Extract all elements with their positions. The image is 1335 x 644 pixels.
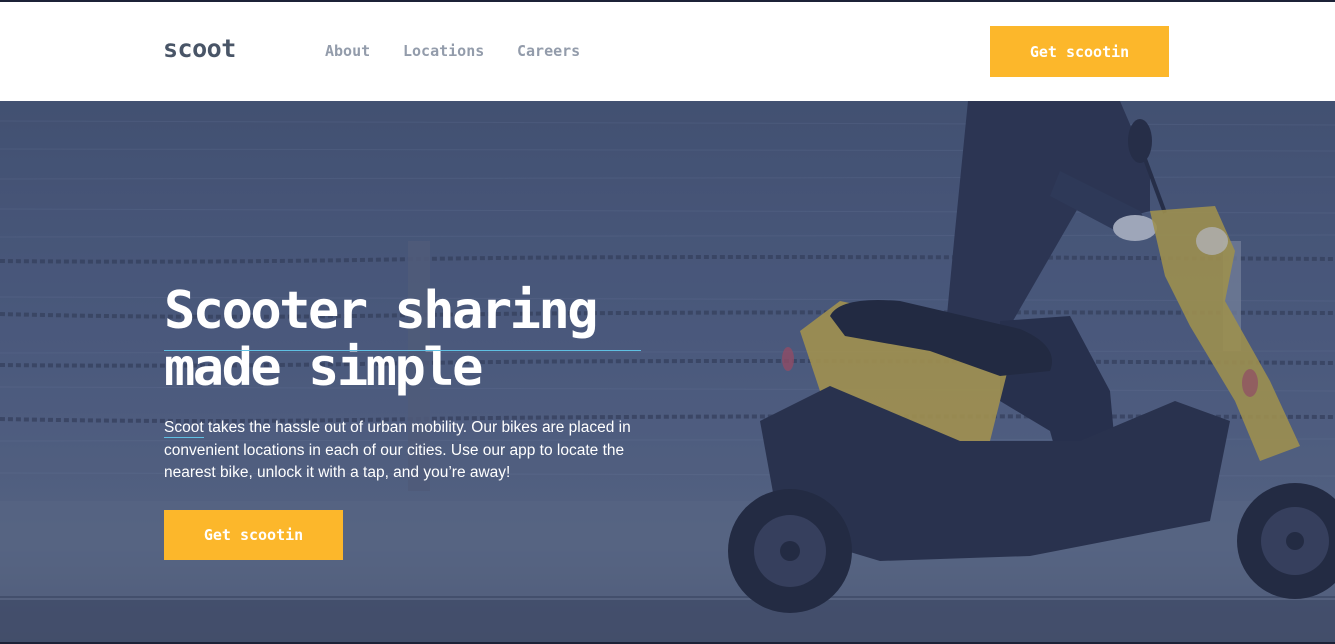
title-underline	[164, 350, 641, 351]
logo[interactable]: scoot	[163, 34, 236, 63]
hero-title-line-2: made simple	[164, 338, 483, 398]
hero-description-text: takes the hassle out of urban mobility. …	[164, 419, 631, 481]
hero-section: Scooter sharing made simple Scoot takes …	[0, 101, 1335, 642]
header-get-scootin-button[interactable]: Get scootin	[990, 26, 1169, 77]
brand-word-scoot: Scoot	[164, 419, 204, 438]
hero-title-line-1: Scooter sharing	[164, 281, 599, 341]
hero-description: Scoot takes the hassle out of urban mobi…	[164, 417, 674, 485]
nav-link-about[interactable]: About	[325, 42, 370, 60]
hero-title: Scooter sharing made simple	[164, 281, 599, 398]
page: scoot About Locations Careers Get scooti…	[0, 0, 1335, 644]
nav-link-careers[interactable]: Careers	[517, 42, 580, 60]
hero-get-scootin-button[interactable]: Get scootin	[164, 510, 343, 560]
nav-link-locations[interactable]: Locations	[403, 42, 484, 60]
site-header: scoot About Locations Careers Get scooti…	[0, 2, 1335, 101]
